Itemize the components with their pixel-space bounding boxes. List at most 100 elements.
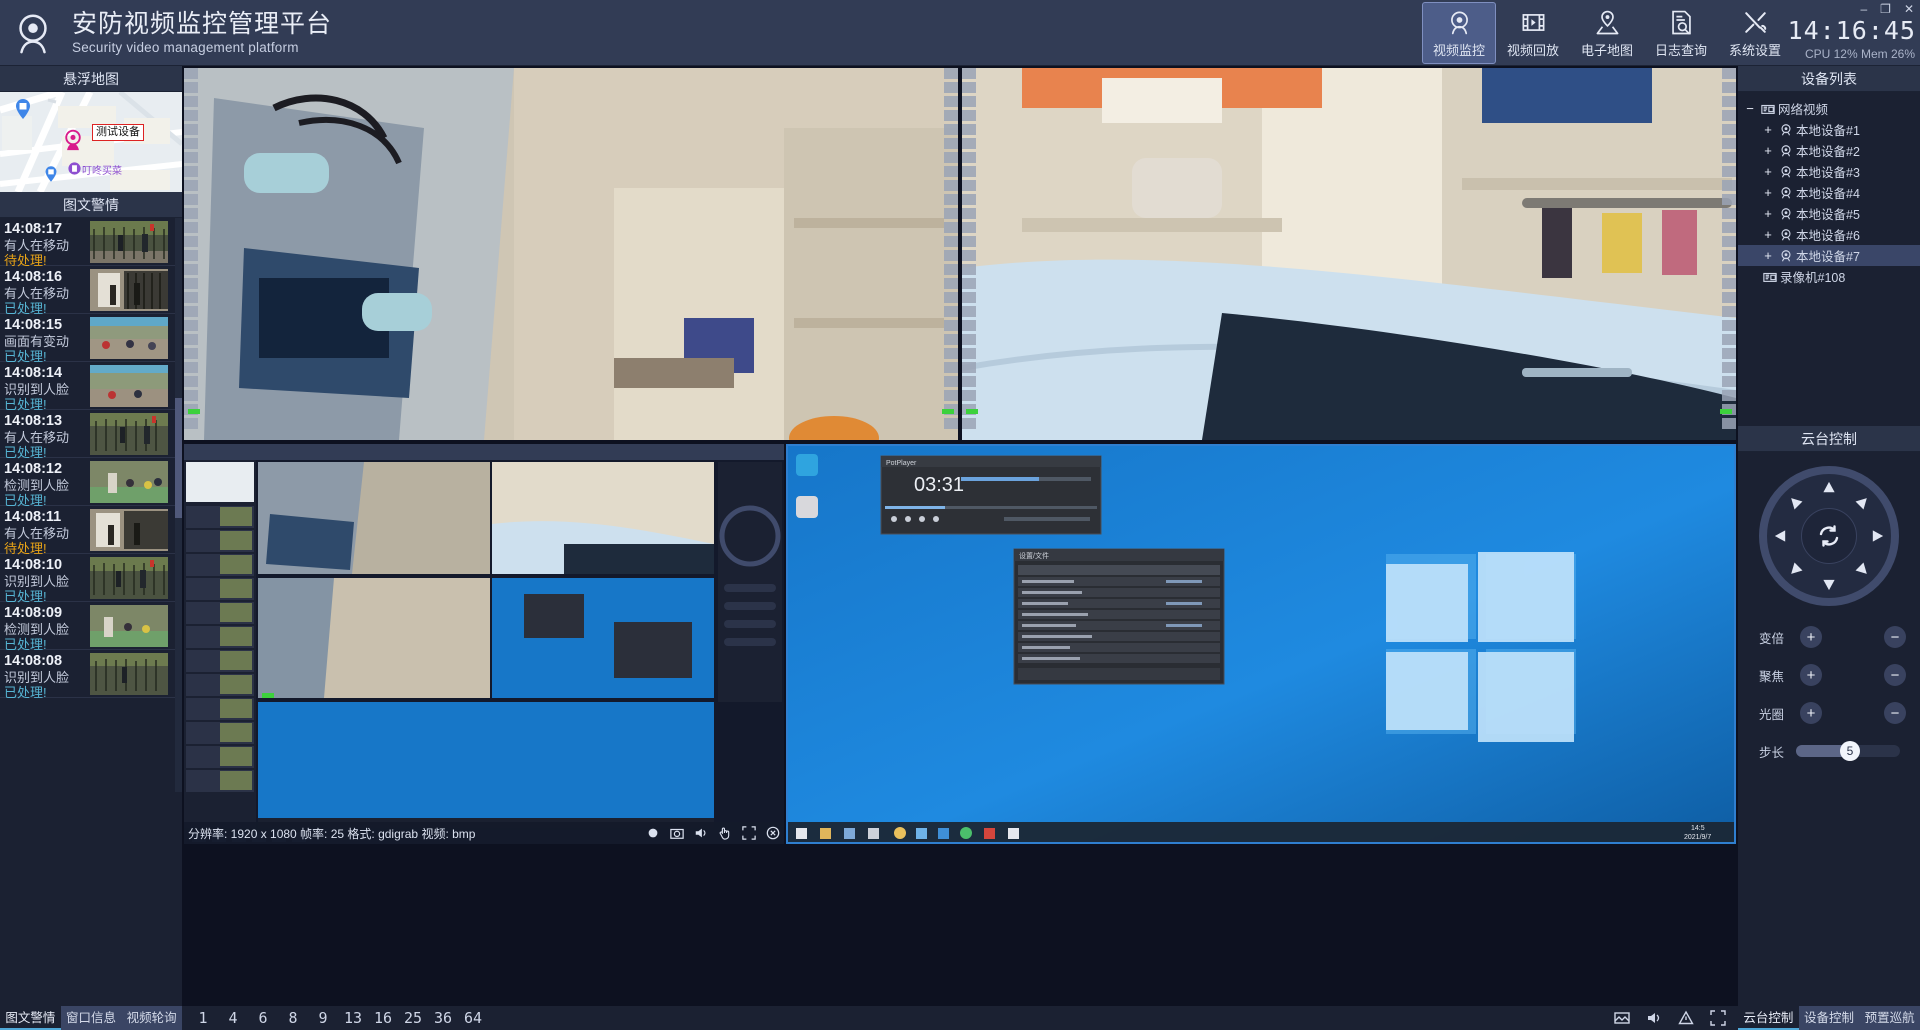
expand-indicator[interactable]: + — [1760, 206, 1776, 221]
ptz-down-right-arrow[interactable] — [1853, 560, 1874, 581]
device-list[interactable]: − 网络视频 + 本地设备#1 + 本地设备#2 + 本地设备#3 + 本地设备… — [1738, 92, 1920, 426]
image-icon[interactable] — [1614, 1010, 1630, 1026]
alarm-thumbnail[interactable] — [90, 365, 168, 407]
ptz-focus-near-button[interactable]: + — [1800, 664, 1822, 686]
expand-indicator[interactable]: + — [1760, 227, 1776, 242]
cell-top-left[interactable] — [184, 68, 958, 440]
tab-device-control[interactable]: 设备控制 — [1798, 1006, 1860, 1030]
ptz-direction-pad[interactable] — [1759, 466, 1899, 606]
ptz-iris-close-button[interactable]: − — [1884, 702, 1906, 724]
device-node-local-7[interactable]: + 本地设备#7 — [1738, 245, 1920, 266]
expand-indicator[interactable]: + — [1760, 164, 1776, 179]
device-node-local-6[interactable]: + 本地设备#6 — [1738, 224, 1920, 245]
alarm-row[interactable]: 14:08:08 识别到人脸 已处理! — [0, 650, 182, 700]
ptz-zoom-out-button[interactable]: − — [1884, 626, 1906, 648]
cell-bottom-left[interactable]: 分辨率: 1920 x 1080 帧率: 25 格式: gdigrab 视频: … — [184, 444, 784, 844]
ptz-focus-far-button[interactable]: − — [1884, 664, 1906, 686]
device-label: 本地设备#4 — [1796, 187, 1860, 201]
alarm-list[interactable]: 14:08:17 有人在移动 待处理! 14:08:16 有人在移动 已处理! … — [0, 218, 182, 792]
alarm-row[interactable]: 14:08:11 有人在移动 待处理! — [0, 506, 182, 556]
expand-indicator[interactable]: + — [1760, 143, 1776, 158]
ptz-up-arrow[interactable] — [1822, 480, 1837, 495]
app-logo — [0, 0, 66, 66]
auto-rotate-icon[interactable] — [1801, 508, 1857, 564]
device-node-network-video[interactable]: − 网络视频 — [1738, 98, 1920, 119]
close-button[interactable]: ✕ — [1904, 3, 1914, 15]
app-title-block: 安防视频监控管理平台 Security video management pla… — [72, 10, 332, 56]
expand-indicator[interactable]: + — [1760, 248, 1776, 263]
alarm-row[interactable]: 14:08:09 检测到人脸 已处理! — [0, 602, 182, 652]
ptz-left-arrow[interactable] — [1773, 529, 1788, 544]
collapse-indicator[interactable]: − — [1742, 101, 1758, 116]
ptz-zoom-in-button[interactable]: + — [1800, 626, 1822, 648]
device-node-local-4[interactable]: + 本地设备#4 — [1738, 182, 1920, 203]
ptz-up-right-arrow[interactable] — [1853, 491, 1874, 512]
alarm-row[interactable]: 14:08:16 有人在移动 已处理! — [0, 266, 182, 316]
video-wall-toolbar: 1 4 6 8 9 13 16 25 36 64 — [182, 1006, 1738, 1030]
right-signal-ticks — [1722, 68, 1736, 440]
alarm-row[interactable]: 14:08:12 检测到人脸 已处理! — [0, 458, 182, 508]
alarm-text: 14:08:08 识别到人脸 已处理! — [4, 653, 88, 700]
tab-alarm-log[interactable]: 图文警情 — [0, 1006, 61, 1030]
alarm-row[interactable]: 14:08:13 有人在移动 已处理! — [0, 410, 182, 460]
volume-icon[interactable] — [1646, 1010, 1662, 1026]
device-node-local-2[interactable]: + 本地设备#2 — [1738, 140, 1920, 161]
ptz-down-left-arrow[interactable] — [1784, 560, 1805, 581]
layout-button-8[interactable]: 8 — [278, 1009, 308, 1027]
ptz-up-left-arrow[interactable] — [1784, 491, 1805, 512]
alarm-thumbnail[interactable] — [90, 221, 168, 263]
ptz-iris-open-button[interactable]: + — [1800, 702, 1822, 724]
device-node-local-3[interactable]: + 本地设备#3 — [1738, 161, 1920, 182]
ptz-step-slider[interactable]: 5 — [1796, 741, 1900, 761]
slider-knob[interactable]: 5 — [1840, 741, 1860, 761]
alarm-row[interactable]: 14:08:14 识别到人脸 已处理! — [0, 362, 182, 412]
alarm-row[interactable]: 14:08:15 画面有变动 已处理! — [0, 314, 182, 364]
layout-button-36[interactable]: 36 — [428, 1009, 458, 1027]
ptz-right-arrow[interactable] — [1870, 529, 1885, 544]
alarm-thumbnail[interactable] — [90, 317, 168, 359]
alarm-thumbnail[interactable] — [90, 557, 168, 599]
device-node-local-5[interactable]: + 本地设备#5 — [1738, 203, 1920, 224]
maximize-button[interactable]: ❐ — [1880, 3, 1891, 15]
alarm-text: 14:08:16 有人在移动 已处理! — [4, 269, 88, 316]
layout-button-64[interactable]: 64 — [458, 1009, 488, 1027]
nav-item-system-settings[interactable]: 系统设置 — [1718, 2, 1792, 64]
layout-button-9[interactable]: 9 — [308, 1009, 338, 1027]
tab-window-info[interactable]: 窗口信息 — [60, 1006, 122, 1030]
minimize-button[interactable]: – — [1860, 3, 1867, 15]
nav-item-log-query[interactable]: 日志查询 — [1644, 2, 1718, 64]
layout-button-6[interactable]: 6 — [248, 1009, 278, 1027]
device-label: 录像机#108 — [1780, 271, 1846, 285]
alarm-thumbnail[interactable] — [90, 413, 168, 455]
alarm-thumbnail[interactable] — [90, 269, 168, 311]
layout-button-4[interactable]: 4 — [218, 1009, 248, 1027]
device-node-local-1[interactable]: + 本地设备#1 — [1738, 119, 1920, 140]
layout-button-1[interactable]: 1 — [188, 1009, 218, 1027]
alarm-thumbnail[interactable] — [90, 509, 168, 551]
nav-item-video-playback[interactable]: 视频回放 — [1496, 2, 1570, 64]
nav-item-video-monitor[interactable]: 视频监控 — [1422, 1, 1496, 64]
tab-ptz-control[interactable]: 云台控制 — [1738, 1006, 1799, 1030]
cell-top-right[interactable] — [962, 68, 1736, 440]
tab-preset-cruise[interactable]: 预置巡航 — [1859, 1006, 1920, 1030]
nav-item-emap[interactable]: 电子地图 — [1570, 2, 1644, 64]
layout-button-13[interactable]: 13 — [338, 1009, 368, 1027]
alarm-thumbnail[interactable] — [90, 461, 168, 503]
cell-bottom-right[interactable]: PotPlayer 03:31 设置/文件 14:5 2021/9/7 — [786, 444, 1736, 844]
alarm-thumbnail[interactable] — [90, 653, 168, 695]
alarm-thumbnail[interactable] — [90, 605, 168, 647]
expand-indicator[interactable]: + — [1760, 185, 1776, 200]
layout-button-16[interactable]: 16 — [368, 1009, 398, 1027]
device-node-recorder-108[interactable]: 录像机#108 — [1738, 266, 1920, 287]
expand-indicator[interactable]: + — [1760, 122, 1776, 137]
fullscreen-icon[interactable] — [1710, 1010, 1726, 1026]
alarm-list-scrollbar[interactable] — [175, 218, 182, 792]
alarm-text: 14:08:15 画面有变动 已处理! — [4, 317, 88, 364]
layout-button-25[interactable]: 25 — [398, 1009, 428, 1027]
alert-icon[interactable] — [1678, 1010, 1694, 1026]
floating-map[interactable]: 叮咚买菜 测试设备 — [0, 92, 182, 192]
alarm-row[interactable]: 14:08:17 有人在移动 待处理! — [0, 218, 182, 268]
ptz-down-arrow[interactable] — [1822, 577, 1837, 592]
alarm-row[interactable]: 14:08:10 识别到人脸 已处理! — [0, 554, 182, 604]
tab-video-poll[interactable]: 视频轮询 — [121, 1006, 183, 1030]
